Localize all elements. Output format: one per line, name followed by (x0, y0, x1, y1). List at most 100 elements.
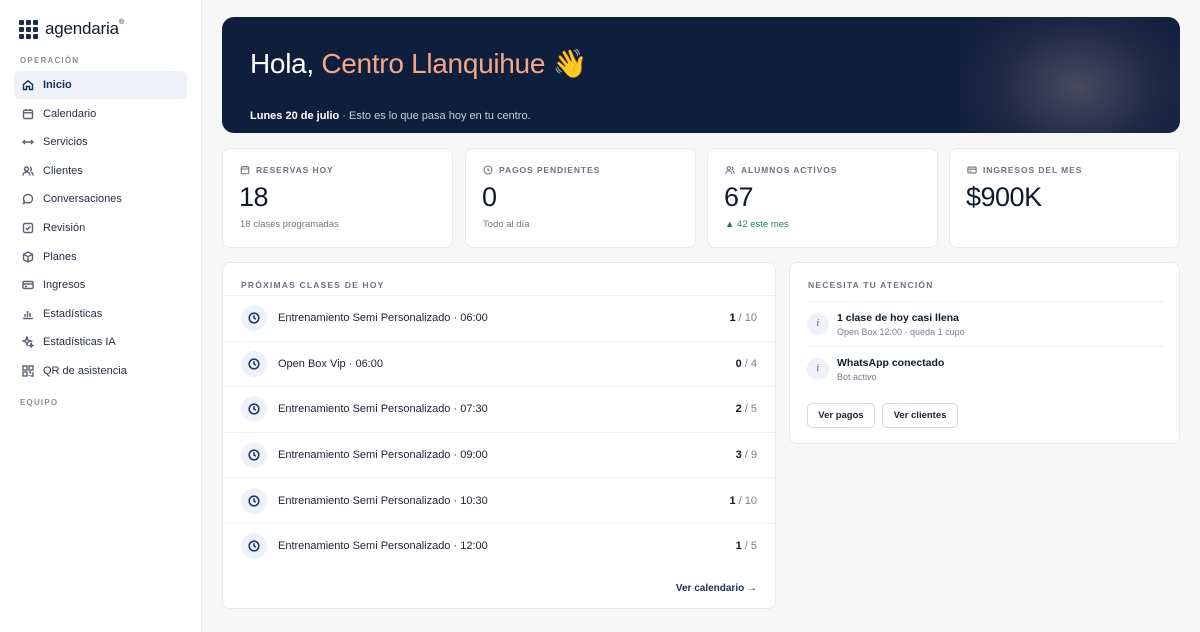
attention-panel: NECESITA TU ATENCIÓN i 1 clase de hoy ca… (789, 262, 1180, 444)
brand-logo[interactable]: agendaria® (19, 19, 124, 39)
stat-value: 18 (239, 182, 269, 212)
stat-note: Todo al día (483, 219, 530, 230)
welcome-subtitle: Lunes 20 de julio · Esto es lo que pasa … (250, 110, 531, 122)
sidebar-item-qr-asistencia[interactable]: QR de asistencia (14, 357, 187, 385)
stat-trend-up: ▲ 42 este mes (725, 219, 789, 230)
sidebar-item-estadisticas-ia[interactable]: Estadísticas IA (14, 328, 187, 356)
class-capacity: 1 / 10 (729, 312, 757, 325)
sidebar-item-planes[interactable]: Planes (14, 243, 187, 271)
qr-icon (22, 365, 34, 377)
section-label-equipo: EQUIPO (20, 398, 59, 407)
stat-label: ALUMNOS ACTIVOS (725, 165, 837, 175)
class-name: Entrenamiento Semi Personalizado · 06:00 (278, 312, 488, 325)
sidebar-item-label: Conversaciones (43, 193, 122, 206)
sidebar-item-label: Clientes (43, 164, 83, 177)
wave-emoji-icon: 👋 (552, 48, 588, 79)
panel-title: NECESITA TU ATENCIÓN (808, 280, 934, 290)
clock-icon (241, 487, 267, 514)
class-capacity: 1 / 5 (735, 540, 757, 553)
class-list: Entrenamiento Semi Personalizado · 06:00… (223, 295, 775, 569)
class-name: Entrenamiento Semi Personalizado · 12:00 (278, 540, 488, 553)
section-label-operacion: OPERACIÓN (20, 56, 80, 65)
sidebar-nav: Inicio Calendario Servicios Clientes Con… (14, 71, 187, 386)
clock-icon (241, 305, 267, 332)
attention-subtitle: Bot activo (837, 371, 877, 382)
center-name: Centro Llanquihue (321, 48, 546, 79)
class-row[interactable]: Entrenamiento Semi Personalizado · 07:30… (223, 386, 775, 432)
welcome-title: Hola, Centro Llanquihue 👋 (250, 48, 588, 79)
sidebar-item-label: Calendario (43, 107, 97, 120)
checkbox-icon (22, 222, 34, 234)
sidebar-item-estadisticas[interactable]: Estadísticas (14, 300, 187, 328)
stat-value: 0 (482, 182, 497, 212)
class-capacity: 0 / 4 (735, 357, 757, 370)
sidebar-item-calendario[interactable]: Calendario (14, 100, 187, 128)
attention-item[interactable]: i WhatsApp conectado Bot activo (807, 346, 1164, 391)
attention-subtitle: Open Box 12:00 · queda 1 cupo (837, 326, 965, 337)
sidebar-item-label: QR de asistencia (43, 364, 127, 377)
card-icon (967, 166, 977, 174)
ver-calendario-link[interactable]: Ver calendario → (676, 583, 757, 594)
box-icon (22, 250, 34, 263)
class-capacity: 2 / 5 (735, 403, 757, 416)
sidebar-item-label: Estadísticas (43, 307, 103, 320)
sidebar-item-label: Revisión (43, 221, 86, 234)
class-name: Entrenamiento Semi Personalizado · 07:30 (278, 403, 488, 416)
clock-icon (241, 396, 267, 423)
arrows-icon (22, 136, 34, 148)
sidebar-item-label: Servicios (43, 136, 88, 149)
stat-card-pagos: PAGOS PENDIENTES 0 Todo al día (465, 148, 696, 248)
sidebar-item-conversaciones[interactable]: Conversaciones (14, 185, 187, 213)
class-row[interactable]: Entrenamiento Semi Personalizado · 09:00… (223, 431, 775, 478)
clock-icon (241, 350, 267, 377)
sidebar: agendaria® OPERACIÓN Inicio Calendario S… (0, 0, 202, 632)
calendar-icon (22, 108, 34, 120)
clock-icon (241, 442, 267, 469)
banner-glow-decoration (960, 17, 1180, 133)
sidebar-item-inicio[interactable]: Inicio (14, 71, 187, 99)
ver-clientes-button[interactable]: Ver clientes (882, 403, 958, 428)
stat-label: RESERVAS HOY (240, 165, 334, 175)
sidebar-item-revision[interactable]: Revisión (14, 214, 187, 242)
brand-name: agendaria® (45, 19, 124, 38)
clock-icon (241, 533, 267, 560)
attention-title: WhatsApp conectado (837, 356, 945, 369)
sidebar-item-label: Planes (43, 250, 77, 263)
sidebar-item-label: Inicio (43, 79, 72, 91)
ver-pagos-button[interactable]: Ver pagos (807, 403, 875, 428)
sidebar-item-servicios[interactable]: Servicios (14, 128, 187, 156)
home-icon (22, 79, 34, 91)
class-capacity: 1 / 10 (729, 494, 757, 507)
stat-label: PAGOS PENDIENTES (483, 165, 600, 175)
class-name: Open Box Vip · 06:00 (278, 357, 383, 370)
sidebar-item-label: Estadísticas IA (43, 336, 116, 349)
stat-card-alumnos: ALUMNOS ACTIVOS 67 ▲ 42 este mes (707, 148, 938, 248)
info-icon: i (807, 358, 829, 380)
stat-label: INGRESOS DEL MES (967, 165, 1082, 175)
class-row[interactable]: Entrenamiento Semi Personalizado · 12:00… (223, 522, 775, 569)
upcoming-classes-panel: PRÓXIMAS CLASES DE HOY Entrenamiento Sem… (222, 262, 776, 609)
clock-icon (483, 165, 493, 175)
panel-title: PRÓXIMAS CLASES DE HOY (241, 280, 385, 290)
bars-icon (22, 308, 34, 320)
attention-item[interactable]: i 1 clase de hoy casi llena Open Box 12:… (807, 301, 1164, 346)
stat-value: $900K (966, 182, 1042, 212)
attention-list: i 1 clase de hoy casi llena Open Box 12:… (807, 301, 1164, 391)
stat-value: 67 (724, 182, 754, 212)
info-icon: i (807, 313, 829, 335)
class-name: Entrenamiento Semi Personalizado · 10:30 (278, 494, 488, 507)
chat-icon (22, 193, 34, 206)
class-row[interactable]: Entrenamiento Semi Personalizado · 06:00… (223, 295, 775, 341)
stat-note: 18 clases programadas (240, 219, 339, 230)
sparkle-icon (22, 336, 34, 349)
sidebar-item-clientes[interactable]: Clientes (14, 157, 187, 185)
class-capacity: 3 / 9 (735, 449, 757, 462)
stat-card-ingresos: INGRESOS DEL MES $900K (949, 148, 1180, 248)
welcome-banner: Hola, Centro Llanquihue 👋 Lunes 20 de ju… (222, 17, 1180, 133)
sidebar-item-ingresos[interactable]: Ingresos (14, 271, 187, 299)
class-row[interactable]: Entrenamiento Semi Personalizado · 10:30… (223, 477, 775, 523)
class-row[interactable]: Open Box Vip · 06:00 0 / 4 (223, 340, 775, 387)
sidebar-item-label: Ingresos (43, 279, 86, 292)
users-icon (725, 166, 735, 174)
users-icon (22, 165, 34, 177)
